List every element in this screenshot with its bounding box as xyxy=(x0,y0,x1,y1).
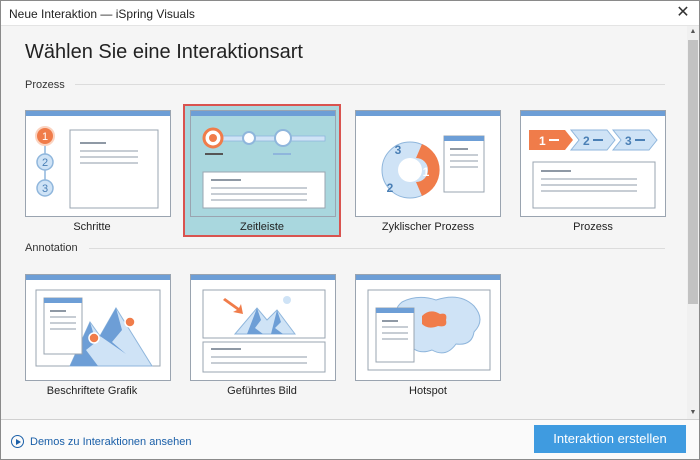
create-interaction-button[interactable]: Interaktion erstellen xyxy=(534,425,686,453)
scroll-down-icon[interactable]: ▼ xyxy=(687,407,699,419)
interaction-card-schritte[interactable]: 1 2 3 xyxy=(25,110,171,217)
process-number: 2 xyxy=(583,134,590,148)
content-area: Wählen Sie eine Interaktionsart Prozess … xyxy=(1,26,687,419)
close-icon[interactable]: ✕ xyxy=(671,2,695,24)
section-label-prozess: Prozess xyxy=(25,79,65,91)
interaction-card-zeitleiste[interactable] xyxy=(190,110,336,217)
demo-link[interactable]: Demos zu Interaktionen ansehen xyxy=(11,435,191,448)
card-label-beschriftete-grafik: Beschriftete Grafik xyxy=(46,385,138,397)
scroll-thumb[interactable] xyxy=(688,40,698,304)
interaction-card-zyklischer-prozess[interactable]: 3 2 1 xyxy=(355,110,501,217)
card-label-zeitleiste: Zeitleiste xyxy=(239,221,285,233)
cycle-number: 3 xyxy=(395,143,402,157)
play-circle-icon xyxy=(11,435,24,448)
steps-thumbnail: 1 2 3 xyxy=(35,126,159,209)
guided-image-thumbnail xyxy=(202,289,326,373)
demo-link-text: Demos zu Interaktionen ansehen xyxy=(30,436,192,448)
dialog-window: Neue Interaktion — iSpring Visuals ✕ Wäh… xyxy=(0,0,700,460)
labeled-graphic-thumbnail xyxy=(35,289,161,367)
title-bar: Neue Interaktion — iSpring Visuals ✕ xyxy=(1,1,699,26)
window-title: Neue Interaktion — iSpring Visuals xyxy=(9,7,195,21)
section-divider xyxy=(89,248,665,249)
step-number: 1 xyxy=(42,131,48,143)
cycle-thumbnail: 3 2 1 xyxy=(381,135,485,199)
cycle-number: 1 xyxy=(423,165,430,179)
scroll-up-icon[interactable]: ▲ xyxy=(687,26,699,38)
step-number: 2 xyxy=(42,157,48,169)
process-thumbnail: 1 2 3 xyxy=(529,129,658,209)
vertical-scrollbar[interactable]: ▲ ▼ xyxy=(687,26,699,419)
card-label-gefuehrtes-bild: Geführtes Bild xyxy=(227,385,297,397)
step-number: 3 xyxy=(42,183,48,195)
interaction-card-hotspot[interactable] xyxy=(355,274,501,381)
interaction-card-beschriftete-grafik[interactable] xyxy=(25,274,171,381)
card-label-zyklischer-prozess: Zyklischer Prozess xyxy=(381,221,475,233)
card-label-prozess: Prozess xyxy=(573,221,613,233)
hotspot-thumbnail xyxy=(367,289,491,371)
card-label-schritte: Schritte xyxy=(73,221,111,233)
interaction-card-prozess[interactable]: 1 2 3 xyxy=(520,110,666,217)
interaction-card-gefuehrtes-bild[interactable] xyxy=(190,274,336,381)
timeline-thumbnail xyxy=(202,127,326,209)
process-number: 1 xyxy=(539,134,546,148)
process-number: 3 xyxy=(625,134,632,148)
card-label-hotspot: Hotspot xyxy=(409,385,447,397)
section-divider xyxy=(75,84,665,85)
page-title: Wählen Sie eine Interaktionsart xyxy=(25,41,303,63)
cycle-number: 2 xyxy=(387,181,394,195)
section-label-annotation: Annotation xyxy=(25,242,78,254)
